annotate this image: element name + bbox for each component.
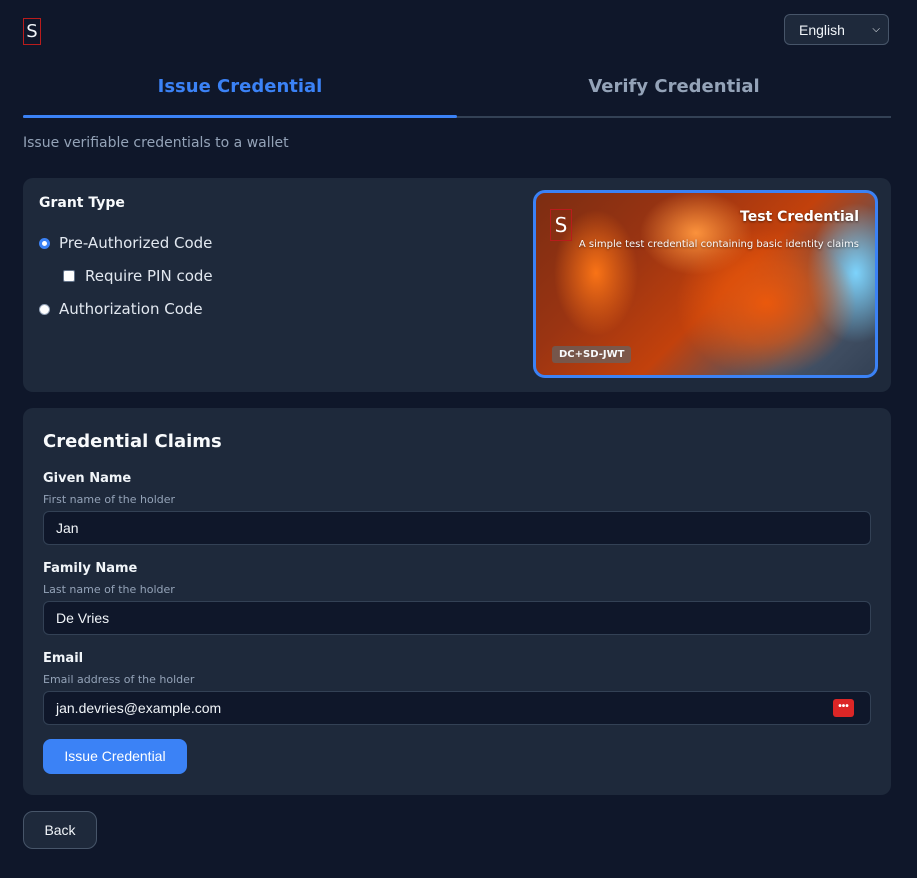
family-name-input[interactable]: De Vries [43,601,871,635]
credential-format-badge: DC+SD-JWT [552,346,632,363]
grant-type-title: Grant Type [39,195,125,211]
radio-authorization-code[interactable] [39,303,50,315]
require-pin-option[interactable]: Require PIN code [63,267,213,285]
given-name-label: Given Name [43,471,132,486]
password-manager-icon[interactable]: ••• [833,699,854,717]
require-pin-checkbox[interactable] [63,270,75,282]
grant-option-pre-authorized[interactable]: Pre-Authorized Code [39,234,212,252]
email-label: Email [43,651,84,666]
credential-title: Test Credential [740,209,859,225]
claims-title: Credential Claims [43,431,222,452]
given-name-help: First name of the holder [43,493,176,506]
grant-option-authorization-code[interactable]: Authorization Code [39,300,203,318]
back-button[interactable]: Back [23,811,97,849]
credential-logo: S [550,209,572,241]
email-input-value: jan.devries@example.com [56,700,222,716]
tab-issue-credential[interactable]: Issue Credential [23,60,457,118]
email-help: Email address of the holder [43,673,195,686]
credential-description: A simple test credential containing basi… [578,239,859,250]
grant-option-label: Pre-Authorized Code [59,234,213,252]
credential-claims-card: Credential Claims Given Name First name … [23,408,891,795]
require-pin-label: Require PIN code [85,267,213,285]
grant-option-label: Authorization Code [59,300,203,318]
language-select-value: English [799,21,845,38]
grant-type-card: Grant Type Pre-Authorized Code Require P… [23,178,891,392]
given-name-input[interactable]: Jan [43,511,871,545]
page-subtitle: Issue verifiable credentials to a wallet [23,135,289,151]
family-name-label: Family Name [43,561,138,576]
tab-verify-credential[interactable]: Verify Credential [457,60,891,116]
app-logo: S [23,18,41,45]
language-select[interactable]: English ⌵ [784,14,889,45]
tab-bar: Issue Credential Verify Credential [23,60,891,118]
chevron-down-icon: ⌵ [872,24,880,35]
radio-pre-authorized[interactable] [39,237,50,249]
email-input[interactable]: jan.devries@example.com ••• [43,691,871,725]
credential-preview-card: S Test Credential A simple test credenti… [533,190,878,378]
family-name-help: Last name of the holder [43,583,175,596]
issue-credential-button[interactable]: Issue Credential [43,739,187,774]
